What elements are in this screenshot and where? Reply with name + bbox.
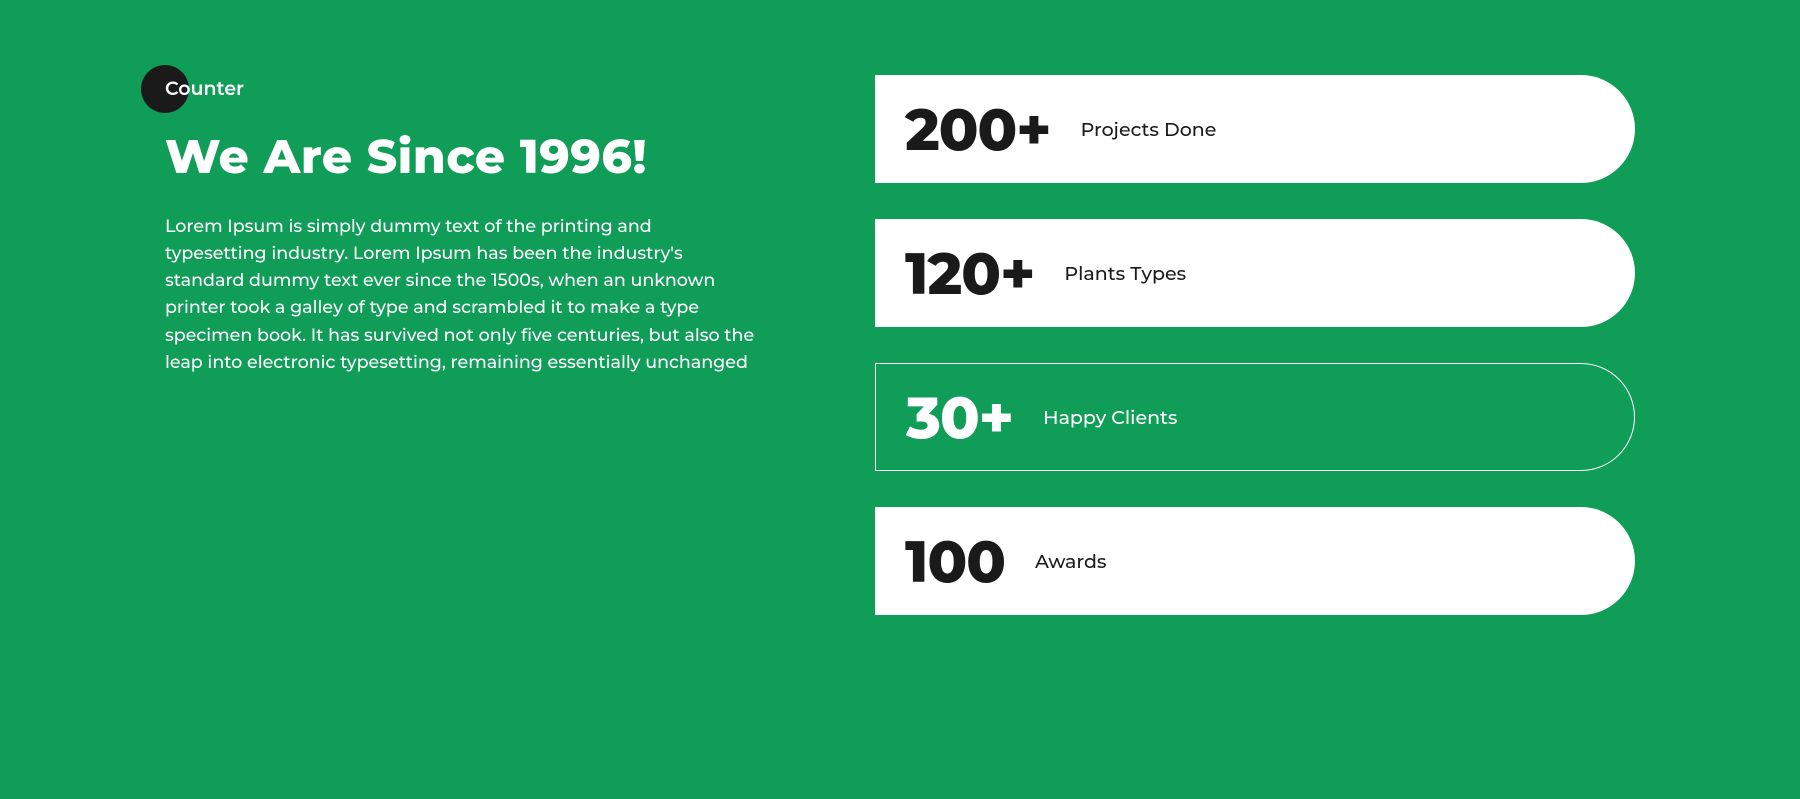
counter-card-clients: 30+ Happy Clients xyxy=(875,363,1635,471)
section-heading: We Are Since 1996! xyxy=(165,128,755,185)
counter-value: 200+ xyxy=(905,94,1051,165)
counter-label: Happy Clients xyxy=(1043,406,1177,429)
counter-value: 30+ xyxy=(906,382,1013,453)
counter-value: 100 xyxy=(905,526,1005,597)
counter-section: Counter We Are Since 1996! Lorem Ipsum i… xyxy=(0,0,1800,615)
counter-label: Awards xyxy=(1035,550,1106,573)
counter-value: 120+ xyxy=(905,238,1034,309)
counter-label: Projects Done xyxy=(1081,118,1217,141)
counter-label: Plants Types xyxy=(1064,262,1186,285)
counter-card-projects: 200+ Projects Done xyxy=(875,75,1635,183)
counter-card-awards: 100 Awards xyxy=(875,507,1635,615)
section-description: Lorem Ipsum is simply dummy text of the … xyxy=(165,213,755,376)
left-column: Counter We Are Since 1996! Lorem Ipsum i… xyxy=(165,60,755,615)
counters-column: 200+ Projects Done 120+ Plants Types 30+… xyxy=(835,60,1635,615)
counter-card-plants: 120+ Plants Types xyxy=(875,219,1635,327)
section-badge: Counter xyxy=(165,65,755,113)
badge-wrap: Counter xyxy=(165,65,755,113)
